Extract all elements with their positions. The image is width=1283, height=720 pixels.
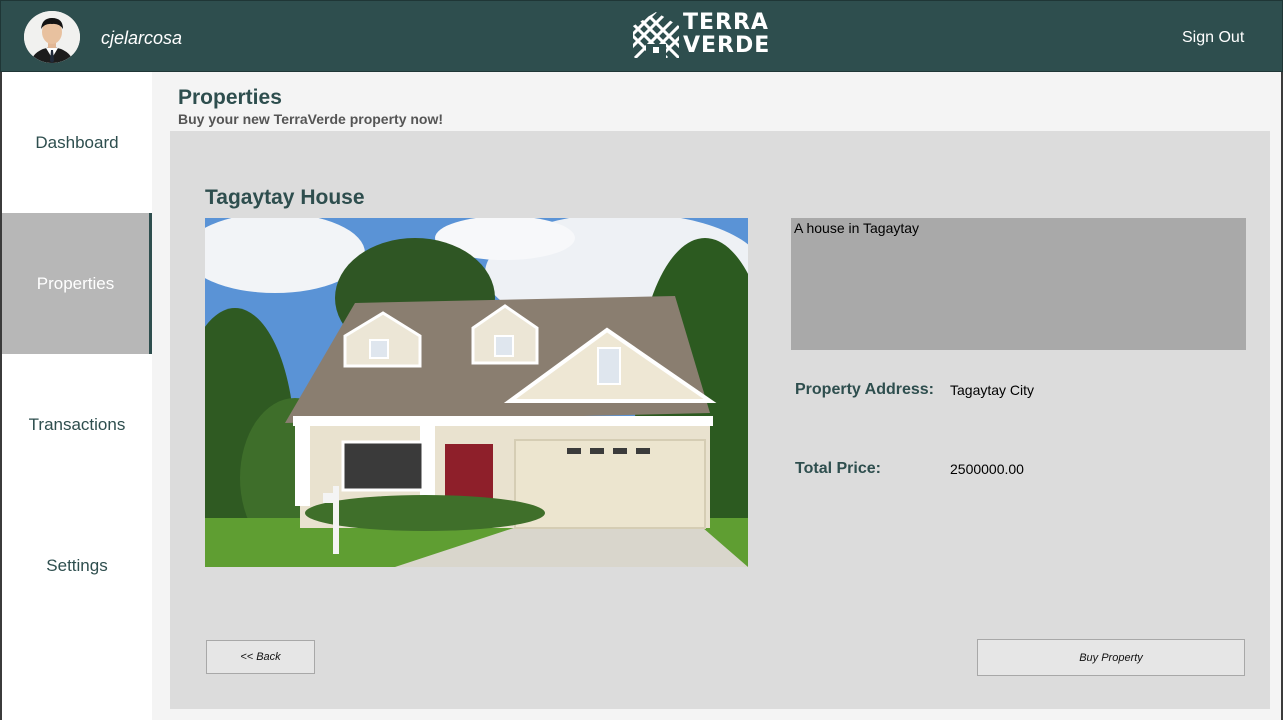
user-portrait-icon	[24, 11, 80, 63]
terraverde-house-logo-icon	[633, 12, 679, 58]
buy-property-button[interactable]: Buy Property	[977, 639, 1245, 676]
property-photo	[205, 218, 748, 567]
brand-line-terra: TERRA	[683, 10, 769, 35]
page-title: Properties	[178, 86, 282, 109]
page-subtitle: Buy your new TerraVerde property now!	[178, 111, 444, 127]
top-bar: cjelarcosa TERRA VERDE Sign Out	[0, 0, 1283, 72]
total-price-value: 2500000.00	[950, 461, 1024, 477]
sidebar: Dashboard Properties Transactions Settin…	[2, 72, 152, 720]
total-price-label: Total Price:	[795, 460, 881, 477]
property-name: Tagaytay House	[205, 186, 365, 209]
sidebar-item-properties[interactable]: Properties	[2, 213, 152, 354]
sidebar-item-settings[interactable]: Settings	[2, 495, 152, 636]
user-avatar[interactable]	[24, 11, 80, 63]
sidebar-item-dashboard[interactable]: Dashboard	[2, 72, 152, 213]
sidebar-item-transactions[interactable]: Transactions	[2, 354, 152, 495]
brand-wordmark: TERRA VERDE	[683, 11, 770, 57]
property-address-label: Property Address:	[795, 381, 934, 398]
username: cjelarcosa	[101, 28, 183, 48]
property-description: A house in Tagaytay	[791, 218, 1246, 350]
sign-out-button[interactable]: Sign Out	[1182, 29, 1244, 47]
brand-line-verde: VERDE	[683, 33, 771, 58]
back-button[interactable]: << Back	[206, 640, 315, 674]
property-address-value: Tagaytay City	[950, 382, 1035, 398]
